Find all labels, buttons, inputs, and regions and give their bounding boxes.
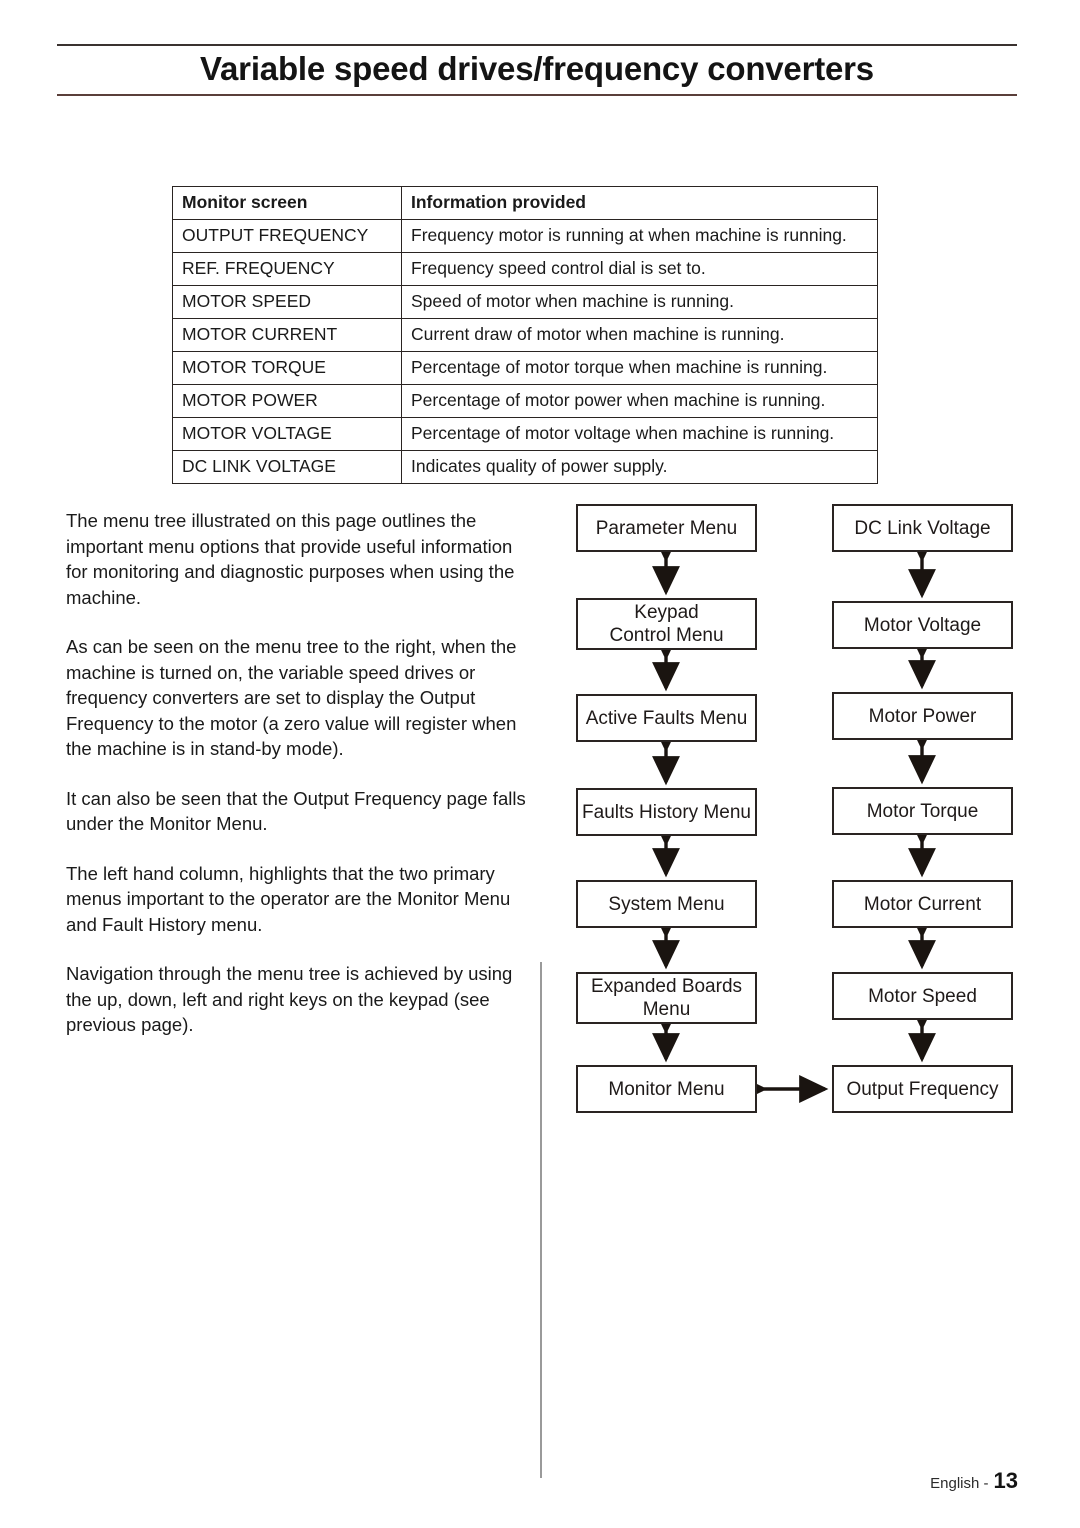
table-row: REF. FREQUENCY Frequency speed control d… — [172, 252, 878, 286]
menu-node-keypad-control-menu[interactable]: Keypad Control Menu — [576, 598, 757, 650]
menu-node-motor-voltage[interactable]: Motor Voltage — [832, 601, 1013, 649]
menu-node-motor-torque[interactable]: Motor Torque — [832, 787, 1013, 835]
footer-language-label: English - — [930, 1475, 989, 1492]
page-title: Variable speed drives/frequency converte… — [200, 50, 874, 87]
table-row: MOTOR TORQUE Percentage of motor torque … — [172, 351, 878, 385]
table-cell-screen: REF. FREQUENCY — [172, 252, 402, 286]
table-cell-info: Speed of motor when machine is running. — [401, 285, 878, 319]
table-cell-screen: MOTOR TORQUE — [172, 351, 402, 385]
menu-node-expanded-boards-menu[interactable]: Expanded Boards Menu — [576, 972, 757, 1024]
page-footer: English - 13 — [930, 1468, 1018, 1494]
table-cell-screen: MOTOR POWER — [172, 384, 402, 418]
table-cell-info: Percentage of motor torque when machine … — [401, 351, 878, 385]
body-paragraph: As can be seen on the menu tree to the r… — [66, 636, 517, 759]
table-header-monitor-screen: Monitor screen — [172, 186, 402, 220]
table-row: OUTPUT FREQUENCY Frequency motor is runn… — [172, 219, 878, 253]
table-row: MOTOR POWER Percentage of motor power wh… — [172, 384, 878, 418]
table-row: MOTOR SPEED Speed of motor when machine … — [172, 285, 878, 319]
table-cell-screen: MOTOR CURRENT — [172, 318, 402, 352]
table-header-row: Monitor screen Information provided — [172, 186, 878, 220]
menu-node-parameter-menu[interactable]: Parameter Menu — [576, 504, 757, 552]
menu-node-monitor-menu[interactable]: Monitor Menu — [576, 1065, 757, 1113]
menu-node-dc-link-voltage[interactable]: DC Link Voltage — [832, 504, 1013, 552]
body-paragraph: The menu tree illustrated on this page o… — [66, 510, 515, 608]
table-cell-screen: MOTOR SPEED — [172, 285, 402, 319]
menu-node-system-menu[interactable]: System Menu — [576, 880, 757, 928]
menu-node-output-frequency[interactable]: Output Frequency — [832, 1065, 1013, 1113]
menu-node-motor-speed[interactable]: Motor Speed — [832, 972, 1013, 1020]
menu-node-motor-power[interactable]: Motor Power — [832, 692, 1013, 740]
table-cell-info: Percentage of motor power when machine i… — [401, 384, 878, 418]
header-rule-bottom — [57, 93, 1017, 96]
table-cell-screen: DC LINK VOLTAGE — [172, 450, 402, 484]
body-paragraph: The left hand column, highlights that th… — [66, 862, 511, 935]
table-cell-info: Current draw of motor when machine is ru… — [401, 318, 878, 352]
menu-node-active-faults-menu[interactable]: Active Faults Menu — [576, 694, 757, 742]
menu-node-motor-current[interactable]: Motor Current — [832, 880, 1013, 928]
table-cell-info: Indicates quality of power supply. — [401, 450, 878, 484]
monitor-screen-table: Monitor screen Information provided OUTP… — [172, 186, 878, 484]
table-cell-info: Frequency motor is running at when machi… — [401, 219, 878, 253]
body-text-column: The menu tree illustrated on this page o… — [66, 508, 526, 1062]
table-row: DC LINK VOLTAGE Indicates quality of pow… — [172, 450, 878, 484]
table-cell-info: Frequency speed control dial is set to. — [401, 252, 878, 286]
footer-page-number: 13 — [993, 1468, 1018, 1493]
body-paragraph: It can also be seen that the Output Freq… — [66, 787, 526, 835]
table-cell-info: Percentage of motor voltage when machine… — [401, 417, 878, 451]
table-row: MOTOR CURRENT Current draw of motor when… — [172, 318, 878, 352]
table-header-information-provided: Information provided — [401, 186, 878, 220]
body-paragraph: Navigation through the menu tree is achi… — [66, 963, 513, 1035]
page-header: Variable speed drives/frequency converte… — [57, 44, 1017, 96]
menu-node-faults-history-menu[interactable]: Faults History Menu — [576, 788, 757, 836]
table-row: MOTOR VOLTAGE Percentage of motor voltag… — [172, 417, 878, 451]
table-cell-screen: MOTOR VOLTAGE — [172, 417, 402, 451]
table-body: OUTPUT FREQUENCY Frequency motor is runn… — [172, 219, 878, 484]
table-cell-screen: OUTPUT FREQUENCY — [172, 219, 402, 253]
column-divider — [540, 962, 542, 1478]
